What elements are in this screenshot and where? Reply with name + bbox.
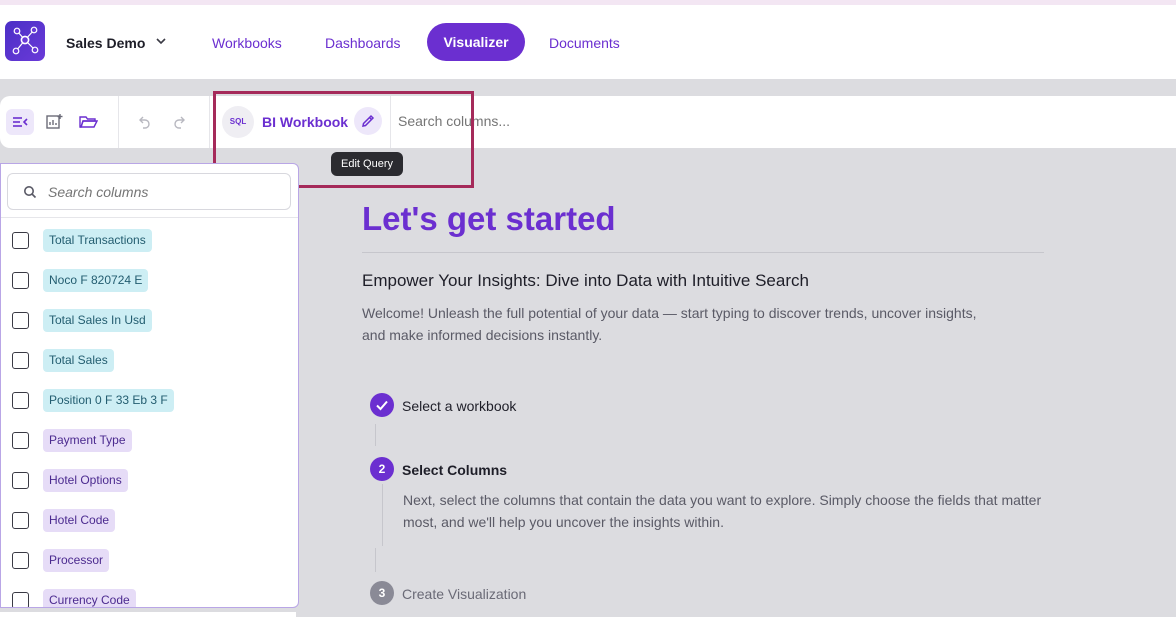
search-icon bbox=[24, 186, 37, 199]
redo-button[interactable] bbox=[165, 109, 193, 135]
column-list-item[interactable]: Total Transactions bbox=[1, 220, 298, 260]
workspace-name[interactable]: Sales Demo bbox=[66, 35, 145, 51]
column-chip[interactable]: Payment Type bbox=[43, 429, 132, 452]
step-1-check-icon bbox=[370, 393, 394, 417]
undo-icon bbox=[139, 116, 150, 129]
folder-open-icon bbox=[79, 116, 98, 128]
column-chip[interactable]: Noco F 820724 E bbox=[43, 269, 149, 292]
column-checkbox[interactable] bbox=[12, 552, 29, 569]
page-subtitle: Empower Your Insights: Dive into Data wi… bbox=[362, 271, 809, 290]
step-connector bbox=[382, 484, 383, 546]
page-title: Let's get started bbox=[362, 200, 616, 237]
column-list-item[interactable]: Processor bbox=[1, 540, 298, 580]
column-list-item[interactable]: Position 0 F 33 Eb 3 F bbox=[1, 380, 298, 420]
open-folder-button[interactable] bbox=[74, 109, 102, 135]
column-checkbox[interactable] bbox=[12, 312, 29, 329]
collapse-sidebar-button[interactable] bbox=[6, 109, 34, 135]
toolbar-divider bbox=[118, 96, 119, 148]
chevron-down-icon[interactable] bbox=[155, 35, 167, 47]
step-1-label: Select a workbook bbox=[402, 398, 517, 414]
nav-visualizer[interactable]: Visualizer bbox=[427, 23, 525, 61]
toolbar-divider bbox=[209, 96, 210, 148]
sidebar-collapse-icon bbox=[13, 117, 28, 127]
column-checkbox[interactable] bbox=[12, 592, 29, 607]
column-search-input[interactable] bbox=[48, 184, 278, 200]
column-checkbox[interactable] bbox=[12, 432, 29, 449]
step-connector bbox=[375, 548, 376, 572]
column-search-box[interactable] bbox=[7, 173, 291, 210]
column-list-item[interactable]: Hotel Options bbox=[1, 460, 298, 500]
nav-dashboards[interactable]: Dashboards bbox=[325, 35, 401, 51]
column-checkbox[interactable] bbox=[12, 352, 29, 369]
column-list-item[interactable]: Total Sales bbox=[1, 340, 298, 380]
column-list-item[interactable]: Hotel Code bbox=[1, 500, 298, 540]
graph-nodes-icon bbox=[12, 26, 39, 55]
step-2-number: 2 bbox=[370, 457, 394, 481]
column-checkbox[interactable] bbox=[12, 472, 29, 489]
column-chip[interactable]: Hotel Options bbox=[43, 469, 128, 492]
redo-icon bbox=[174, 116, 185, 129]
step-2-description: Next, select the columns that contain th… bbox=[403, 492, 1042, 530]
column-list-item[interactable]: Payment Type bbox=[1, 420, 298, 460]
app-logo[interactable] bbox=[5, 21, 45, 61]
column-chip[interactable]: Total Sales In Usd bbox=[43, 309, 152, 332]
step-3-label: Create Visualization bbox=[402, 586, 527, 602]
column-list-item[interactable]: Total Sales In Usd bbox=[1, 300, 298, 340]
column-chip[interactable]: Currency Code bbox=[43, 589, 136, 607]
column-chip[interactable]: Hotel Code bbox=[43, 509, 116, 532]
column-chip[interactable]: Processor bbox=[43, 549, 110, 572]
column-checkbox[interactable] bbox=[12, 232, 29, 249]
step-connector bbox=[375, 424, 376, 446]
add-chart-button[interactable] bbox=[40, 109, 68, 135]
nav-documents[interactable]: Documents bbox=[549, 35, 620, 51]
step-3-number: 3 bbox=[370, 581, 394, 605]
column-list-item[interactable]: Currency Code bbox=[1, 580, 298, 607]
column-checkbox[interactable] bbox=[12, 392, 29, 409]
column-checkbox[interactable] bbox=[12, 512, 29, 529]
undo-button[interactable] bbox=[131, 109, 159, 135]
sidebar-separator bbox=[1, 217, 298, 218]
column-checkbox[interactable] bbox=[12, 272, 29, 289]
column-chip[interactable]: Total Sales bbox=[43, 349, 114, 372]
page-description: Welcome! Unleash the full potential of y… bbox=[362, 305, 977, 343]
column-chip[interactable]: Total Transactions bbox=[43, 229, 152, 252]
top-navigation-bar: Sales Demo Workbooks Dashboards Visualiz… bbox=[0, 5, 1176, 79]
step-2-label: Select Columns bbox=[402, 462, 508, 478]
sidebar-bottom-panel bbox=[0, 612, 296, 617]
column-chip[interactable]: Position 0 F 33 Eb 3 F bbox=[43, 389, 174, 412]
columns-sidebar: Total Transactions Noco F 820724 E Total S… bbox=[0, 163, 299, 608]
checkmark-icon bbox=[376, 400, 388, 411]
nav-workbooks[interactable]: Workbooks bbox=[212, 35, 282, 51]
title-divider bbox=[362, 252, 1044, 253]
add-chart-icon bbox=[46, 114, 63, 129]
column-list-item[interactable]: Noco F 820724 E bbox=[1, 260, 298, 300]
